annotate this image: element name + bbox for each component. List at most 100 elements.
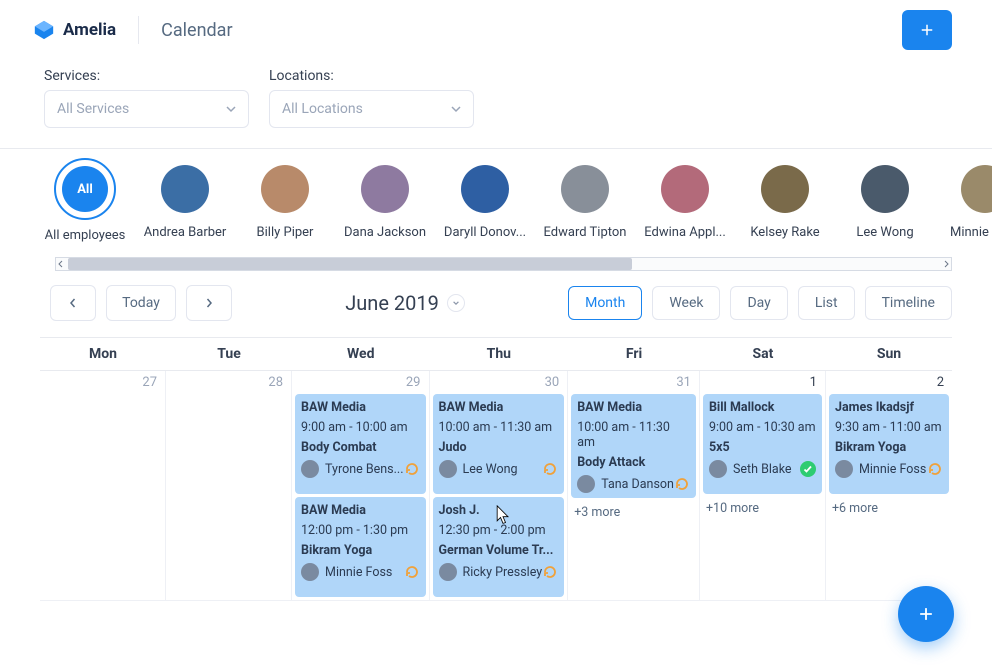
status-reschedule-icon: [542, 461, 558, 477]
month-picker[interactable]: June 2019: [242, 291, 568, 315]
event-person: Lee Wong: [439, 460, 518, 478]
employee-item[interactable]: Minnie Foss: [955, 165, 992, 243]
calendar-event[interactable]: BAW Media 12:00 pm - 1:30 pm Bikram Yoga…: [295, 497, 425, 597]
employee-item[interactable]: Dana Jackson: [355, 165, 415, 243]
avatar: [361, 165, 409, 213]
event-client: BAW Media: [301, 400, 419, 415]
day-cell[interactable]: 2 James Ikadsjf 9:30 am - 11:00 am Bikra…: [826, 371, 952, 601]
date-number: 1: [700, 371, 825, 394]
event-time: 10:00 am - 11:30 am: [577, 420, 690, 450]
day-cell[interactable]: 30 BAW Media 10:00 am - 11:30 am Judo Le…: [430, 371, 569, 601]
brand: Amelia: [33, 19, 116, 41]
event-client: James Ikadsjf: [835, 400, 943, 415]
employee-scrollbar[interactable]: [55, 257, 952, 271]
day-header: Tue: [166, 338, 292, 371]
add-button[interactable]: [902, 10, 952, 50]
event-client: BAW Media: [577, 400, 690, 415]
event-client: Bill Mallock: [709, 400, 816, 415]
more-link[interactable]: +10 more: [700, 497, 825, 520]
chevron-down-icon: [451, 104, 461, 114]
day-cell[interactable]: 29 BAW Media 9:00 am - 10:00 am Body Com…: [292, 371, 429, 601]
services-select-value: All Services: [57, 101, 129, 117]
calendar-event[interactable]: Bill Mallock 9:00 am - 10:30 am 5x5 Seth…: [703, 394, 822, 494]
services-label: Services:: [44, 68, 249, 84]
avatar: [561, 165, 609, 213]
employee-name: Andrea Barber: [144, 225, 227, 240]
event-person: Minnie Foss: [835, 460, 926, 478]
page-title: Calendar: [161, 20, 232, 41]
avatar: [261, 165, 309, 213]
event-time: 12:00 pm - 1:30 pm: [301, 523, 419, 538]
avatar: [761, 165, 809, 213]
day-header: Sun: [826, 338, 952, 371]
day-cell[interactable]: 31 BAW Media 10:00 am - 11:30 am Body At…: [568, 371, 700, 601]
day-header: Thu: [430, 338, 569, 371]
date-number: 30: [430, 371, 568, 394]
more-link[interactable]: +6 more: [826, 497, 952, 520]
event-person: Tana Danson: [577, 475, 674, 493]
employee-name: Kelsey Rake: [750, 225, 819, 240]
brand-logo-icon: [33, 19, 55, 41]
employee-item[interactable]: Edward Tipton: [555, 165, 615, 243]
employee-all-badge: All: [62, 166, 108, 212]
next-button[interactable]: [186, 285, 232, 321]
employee-item[interactable]: Andrea Barber: [155, 165, 215, 243]
locations-select-value: All Locations: [282, 101, 363, 117]
status-reschedule-icon: [404, 564, 420, 580]
chevron-down-icon: [452, 299, 460, 307]
employee-item[interactable]: Billy Piper: [255, 165, 315, 243]
avatar: [301, 563, 319, 581]
calendar-event[interactable]: BAW Media 9:00 am - 10:00 am Body Combat…: [295, 394, 425, 494]
avatar: [709, 460, 727, 478]
scrollbar-thumb[interactable]: [68, 258, 632, 270]
employee-name: Minnie Foss: [950, 225, 992, 240]
prev-button[interactable]: [50, 285, 96, 321]
locations-select[interactable]: All Locations: [269, 90, 474, 128]
more-link[interactable]: +3 more: [568, 501, 699, 524]
event-service: Judo: [439, 440, 559, 455]
services-select[interactable]: All Services: [44, 90, 249, 128]
calendar-event[interactable]: BAW Media 10:00 am - 11:30 am Body Attac…: [571, 394, 696, 498]
plus-icon: [916, 604, 936, 624]
employee-item[interactable]: Daryll Donov...: [455, 165, 515, 243]
status-reschedule-icon: [542, 564, 558, 580]
event-time: 10:00 am - 11:30 am: [439, 420, 559, 435]
event-person: Ricky Pressley: [439, 563, 543, 581]
calendar-event[interactable]: BAW Media 10:00 am - 11:30 am Judo Lee W…: [433, 394, 565, 494]
view-tab-day[interactable]: Day: [730, 286, 787, 320]
event-client: BAW Media: [301, 503, 419, 518]
calendar-event[interactable]: James Ikadsjf 9:30 am - 11:00 am Bikram …: [829, 394, 949, 494]
view-tab-timeline[interactable]: Timeline: [865, 286, 952, 320]
employee-item[interactable]: Lee Wong: [855, 165, 915, 243]
event-time: 9:00 am - 10:30 am: [709, 420, 816, 435]
event-time: 9:00 am - 10:00 am: [301, 420, 419, 435]
fab-add-button[interactable]: [898, 586, 954, 642]
date-number: 2: [826, 371, 952, 394]
employee-name: Dana Jackson: [344, 225, 426, 240]
view-tab-week[interactable]: Week: [652, 286, 720, 320]
event-service: Body Attack: [577, 455, 690, 470]
avatar: [461, 165, 509, 213]
day-cell[interactable]: 27: [40, 371, 166, 601]
employee-item[interactable]: Kelsey Rake: [755, 165, 815, 243]
today-button[interactable]: Today: [106, 285, 176, 321]
avatar: [161, 165, 209, 213]
avatar: [301, 460, 319, 478]
view-tab-month[interactable]: Month: [568, 286, 642, 320]
status-approved-icon: [800, 461, 816, 477]
status-reschedule-icon: [674, 476, 690, 492]
day-header: Mon: [40, 338, 166, 371]
date-number: 29: [292, 371, 428, 394]
day-header: Fri: [568, 338, 700, 371]
employee-item[interactable]: Edwina Appl...: [655, 165, 715, 243]
day-cell[interactable]: 1 Bill Mallock 9:00 am - 10:30 am 5x5 Se…: [700, 371, 826, 601]
event-time: 12:30 pm - 2:00 pm: [439, 523, 559, 538]
header-divider: [138, 16, 139, 44]
view-tab-list[interactable]: List: [798, 286, 855, 320]
event-client: BAW Media: [439, 400, 559, 415]
event-person: Seth Blake: [709, 460, 792, 478]
employee-all-label: All employees: [45, 228, 126, 243]
day-cell[interactable]: 28: [166, 371, 292, 601]
employee-all[interactable]: All All employees: [55, 158, 115, 243]
event-time: 9:30 am - 11:00 am: [835, 420, 943, 435]
